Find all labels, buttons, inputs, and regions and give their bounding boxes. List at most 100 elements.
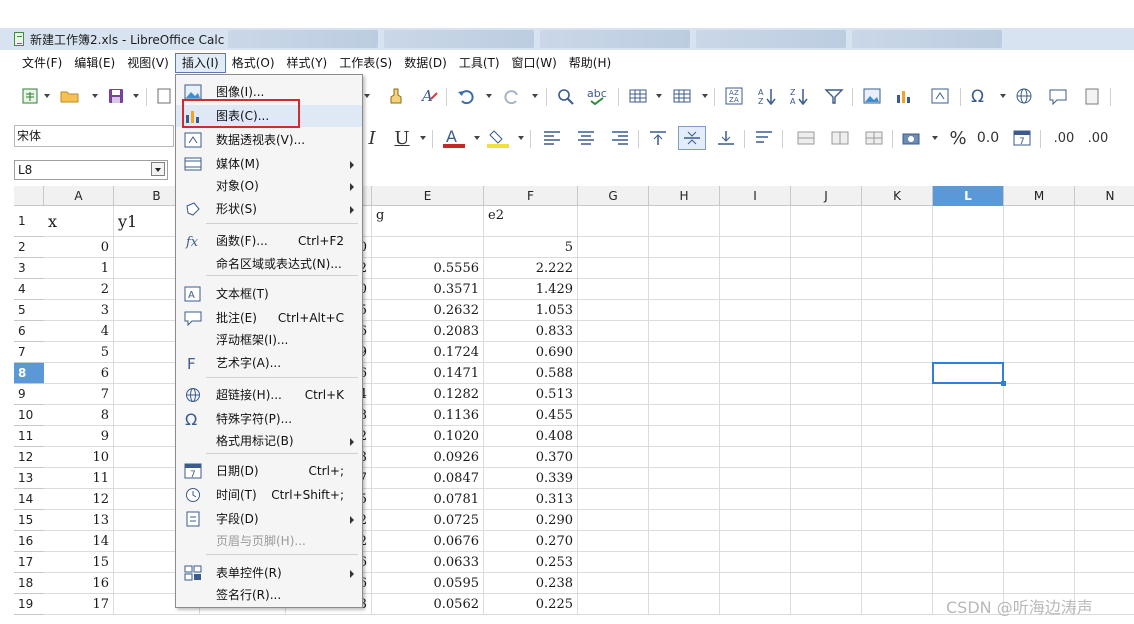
align-vertical-center-icon[interactable] bbox=[678, 126, 706, 150]
cell-f19[interactable]: 0.225 bbox=[484, 594, 578, 615]
cell-m11[interactable] bbox=[1004, 426, 1075, 447]
cell-k3[interactable] bbox=[862, 258, 933, 279]
cell-i5[interactable] bbox=[720, 300, 791, 321]
dropdown-arrow-icon[interactable] bbox=[474, 136, 480, 140]
cell-a10[interactable]: 8 bbox=[44, 405, 114, 426]
cell-k10[interactable] bbox=[862, 405, 933, 426]
cell-k13[interactable] bbox=[862, 468, 933, 489]
cell-n14[interactable] bbox=[1075, 489, 1134, 510]
autofilter-icon[interactable] bbox=[822, 84, 846, 108]
cell-g16[interactable] bbox=[578, 531, 649, 552]
cell-i7[interactable] bbox=[720, 342, 791, 363]
cell-h14[interactable] bbox=[649, 489, 720, 510]
add-decimal-button[interactable]: .00 bbox=[1052, 126, 1076, 150]
cell-k18[interactable] bbox=[862, 573, 933, 594]
cell-m16[interactable] bbox=[1004, 531, 1075, 552]
cell-l18[interactable] bbox=[933, 573, 1004, 594]
cell-g4[interactable] bbox=[578, 279, 649, 300]
cell-g8[interactable] bbox=[578, 363, 649, 384]
cell-e5[interactable]: 0.2632 bbox=[372, 300, 484, 321]
cell-h5[interactable] bbox=[649, 300, 720, 321]
cell-f8[interactable]: 0.588 bbox=[484, 363, 578, 384]
cell-g6[interactable] bbox=[578, 321, 649, 342]
merge-cells-icon[interactable] bbox=[794, 126, 818, 150]
cell-e14[interactable]: 0.0781 bbox=[372, 489, 484, 510]
cell-h6[interactable] bbox=[649, 321, 720, 342]
cell-i19[interactable] bbox=[720, 594, 791, 615]
dropdown-arrow-icon[interactable] bbox=[532, 94, 538, 98]
cell-n7[interactable] bbox=[1075, 342, 1134, 363]
cell-g11[interactable] bbox=[578, 426, 649, 447]
menu-item-hyperlink[interactable]: 超链接(H)... Ctrl+K bbox=[176, 384, 362, 406]
menu-insert[interactable]: 插入(I) bbox=[174, 53, 226, 73]
cell-f17[interactable]: 0.253 bbox=[484, 552, 578, 573]
cell-n10[interactable] bbox=[1075, 405, 1134, 426]
percent-format-button[interactable]: % bbox=[946, 126, 970, 150]
cell-a17[interactable]: 15 bbox=[44, 552, 114, 573]
align-top-icon[interactable] bbox=[646, 126, 670, 150]
cell-k19[interactable] bbox=[862, 594, 933, 615]
cell-m1[interactable] bbox=[1004, 206, 1075, 237]
cell-h13[interactable] bbox=[649, 468, 720, 489]
sort-ascending-icon[interactable]: AZ bbox=[756, 84, 780, 108]
cell-e18[interactable]: 0.0595 bbox=[372, 573, 484, 594]
cell-l6[interactable] bbox=[933, 321, 1004, 342]
cell-i12[interactable] bbox=[720, 447, 791, 468]
cell-a9[interactable]: 7 bbox=[44, 384, 114, 405]
cell-l11[interactable] bbox=[933, 426, 1004, 447]
cell-a13[interactable]: 11 bbox=[44, 468, 114, 489]
cell-j3[interactable] bbox=[791, 258, 862, 279]
cell-m4[interactable] bbox=[1004, 279, 1075, 300]
cell-e16[interactable]: 0.0676 bbox=[372, 531, 484, 552]
menu-sheet[interactable]: 工作表(S) bbox=[333, 53, 398, 73]
cell-n4[interactable] bbox=[1075, 279, 1134, 300]
cell-j13[interactable] bbox=[791, 468, 862, 489]
italic-icon[interactable]: I bbox=[360, 126, 384, 150]
cell-g15[interactable] bbox=[578, 510, 649, 531]
cell-a19[interactable]: 17 bbox=[44, 594, 114, 615]
cell-j7[interactable] bbox=[791, 342, 862, 363]
cell-e8[interactable]: 0.1471 bbox=[372, 363, 484, 384]
cell-k2[interactable] bbox=[862, 237, 933, 258]
cell-g9[interactable] bbox=[578, 384, 649, 405]
cell-k12[interactable] bbox=[862, 447, 933, 468]
column-header-l[interactable]: L bbox=[933, 186, 1004, 206]
cell-n13[interactable] bbox=[1075, 468, 1134, 489]
cell-i2[interactable] bbox=[720, 237, 791, 258]
cell-h15[interactable] bbox=[649, 510, 720, 531]
dropdown-arrow-icon[interactable] bbox=[92, 94, 98, 98]
menu-help[interactable]: 帮助(H) bbox=[563, 53, 617, 73]
column-header-n[interactable]: N bbox=[1075, 186, 1134, 206]
cell-a5[interactable]: 3 bbox=[44, 300, 114, 321]
cell-j8[interactable] bbox=[791, 363, 862, 384]
cell-m7[interactable] bbox=[1004, 342, 1075, 363]
cell-g17[interactable] bbox=[578, 552, 649, 573]
cell-k1[interactable] bbox=[862, 206, 933, 237]
name-box-dropdown-icon[interactable] bbox=[151, 162, 165, 176]
cell-n1[interactable] bbox=[1075, 206, 1134, 237]
cell-m12[interactable] bbox=[1004, 447, 1075, 468]
cell-h8[interactable] bbox=[649, 363, 720, 384]
menu-item-text-box[interactable]: A 文本框(T) bbox=[176, 283, 362, 305]
header-footer-icon[interactable] bbox=[1080, 84, 1104, 108]
cell-n17[interactable] bbox=[1075, 552, 1134, 573]
cell-n3[interactable] bbox=[1075, 258, 1134, 279]
cell-l15[interactable] bbox=[933, 510, 1004, 531]
dropdown-arrow-icon[interactable] bbox=[364, 94, 370, 98]
cell-e7[interactable]: 0.1724 bbox=[372, 342, 484, 363]
menu-item-fontwork[interactable]: F 艺术字(A)... bbox=[176, 352, 362, 374]
find-replace-icon[interactable] bbox=[554, 84, 578, 108]
cell-j18[interactable] bbox=[791, 573, 862, 594]
cell-a15[interactable]: 13 bbox=[44, 510, 114, 531]
cell-m9[interactable] bbox=[1004, 384, 1075, 405]
cell-k9[interactable] bbox=[862, 384, 933, 405]
cell-n5[interactable] bbox=[1075, 300, 1134, 321]
spelling-icon[interactable]: abc bbox=[586, 84, 610, 108]
menu-item-named-range[interactable]: 命名区域或表达式(N)... bbox=[176, 253, 362, 275]
cell-e15[interactable]: 0.0725 bbox=[372, 510, 484, 531]
dropdown-arrow-icon[interactable] bbox=[702, 94, 708, 98]
insert-image-icon[interactable] bbox=[860, 84, 884, 108]
dropdown-arrow-icon[interactable] bbox=[1000, 94, 1006, 98]
cell-f7[interactable]: 0.690 bbox=[484, 342, 578, 363]
cell-n12[interactable] bbox=[1075, 447, 1134, 468]
